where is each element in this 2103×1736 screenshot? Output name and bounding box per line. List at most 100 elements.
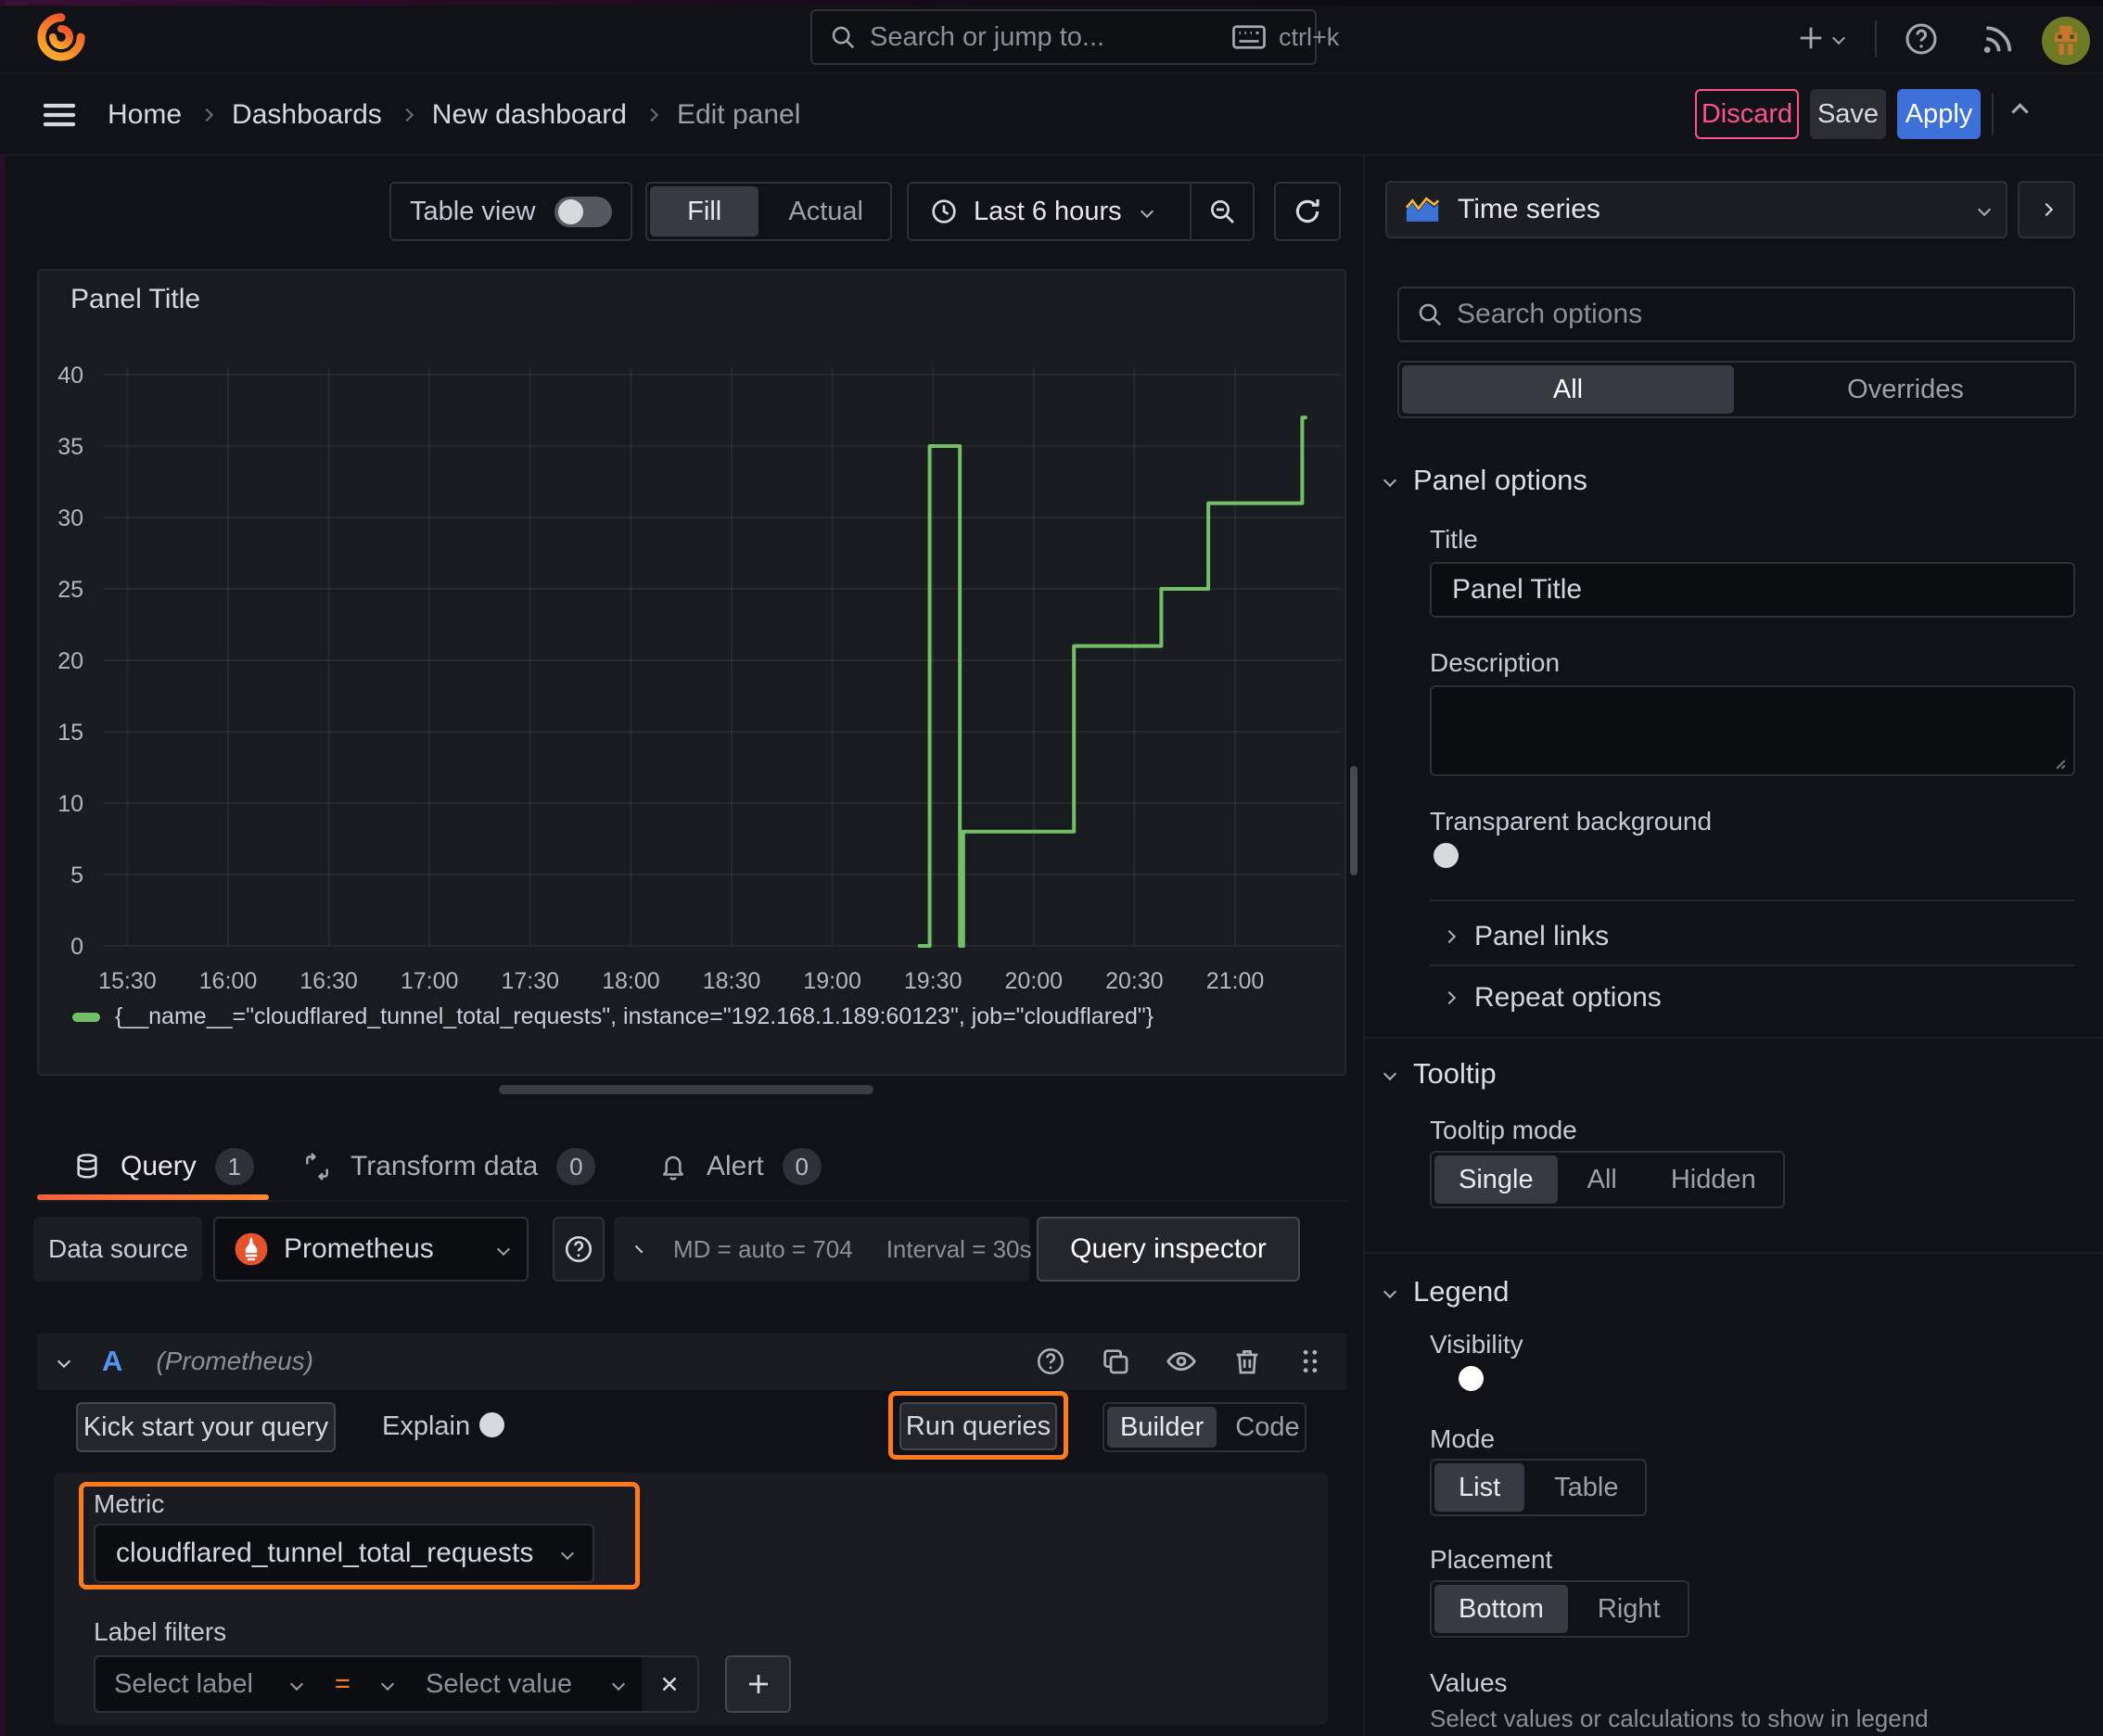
news-rss-icon[interactable] [1979,20,2016,57]
delete-query-icon[interactable] [1231,1346,1263,1377]
breadcrumb-bar: Home Dashboards New dashboard Edit panel… [0,74,2103,156]
visualization-picker[interactable]: Time series [1385,181,2007,238]
fill-actual-switch: Fill Actual [645,182,892,241]
svg-text:18:00: 18:00 [602,968,660,994]
svg-text:35: 35 [57,434,83,460]
datasource-label: Data source [48,1234,188,1263]
placement-right[interactable]: Right [1574,1585,1685,1633]
svg-text:19:30: 19:30 [904,968,962,994]
kickstart-button[interactable]: Kick start your query [76,1402,336,1452]
menu-icon[interactable] [41,96,78,134]
panel-title-input[interactable] [1430,562,2075,618]
options-search-input[interactable] [1457,299,2057,330]
query-header-row[interactable]: A (Prometheus) [37,1333,1346,1390]
query-stats: MD = auto = 704 [673,1234,853,1263]
tooltip-mode-single[interactable]: Single [1434,1155,1558,1204]
tooltip-mode-all[interactable]: All [1563,1155,1641,1204]
time-range-label: Last 6 hours [974,196,1122,226]
actions-divider [1992,93,1994,135]
tab-alert[interactable]: Alert 0 [658,1141,822,1193]
search-input[interactable] [870,21,1219,53]
grafana-logo[interactable] [37,13,85,61]
options-search-box[interactable] [1397,287,2075,342]
time-range-picker[interactable]: Last 6 hours [909,184,1190,239]
tooltip-mode-hidden[interactable]: Hidden [1647,1155,1780,1204]
save-button[interactable]: Save [1810,89,1886,139]
chevron-right-icon [199,108,214,122]
collapse-query-icon[interactable] [57,1354,71,1369]
datasource-name: Prometheus [284,1233,434,1264]
breadcrumb-home[interactable]: Home [108,99,182,131]
expand-options-icon[interactable] [634,1245,644,1254]
datasource-picker[interactable]: Prometheus [213,1217,529,1282]
scrollbar-thumb[interactable] [1350,766,1357,875]
svg-text:16:00: 16:00 [199,968,258,994]
legend-mode-list[interactable]: List [1434,1463,1525,1512]
add-filter-button[interactable] [725,1655,791,1713]
breadcrumb-new-dashboard[interactable]: New dashboard [432,99,627,131]
fill-option[interactable]: Fill [650,186,759,236]
avatar[interactable] [2042,17,2090,65]
legend-mode-table[interactable]: Table [1530,1463,1642,1512]
tab-query[interactable]: Query 1 [72,1141,254,1193]
toggle-viz-picker-button[interactable] [2018,181,2075,238]
tab-overrides[interactable]: Overrides [1740,365,2071,414]
actual-option[interactable]: Actual [764,186,887,236]
bell-icon [658,1152,688,1181]
sidebar-left-border [1363,156,1365,1736]
collapse-pane-icon[interactable] [2011,103,2029,121]
breadcrumb-dashboards[interactable]: Dashboards [232,99,382,131]
screen-edge-left [0,0,5,1736]
repeat-options-row[interactable]: Repeat options [1442,976,1662,1020]
metric-value: cloudflared_tunnel_total_requests [116,1538,534,1568]
tooltip-header[interactable]: Tooltip [1383,1057,1497,1091]
select-value-dropdown[interactable]: Select value [407,1655,644,1713]
select-label-dropdown[interactable]: Select label [94,1655,322,1713]
query-ref-id[interactable]: A [102,1345,122,1378]
panel-links-row[interactable]: Panel links [1442,914,1610,959]
operator-dropdown[interactable]: = [320,1655,409,1713]
panel-options-header[interactable]: Panel options [1383,464,1587,497]
query-help-icon[interactable] [1035,1346,1066,1377]
apply-button[interactable]: Apply [1897,89,1981,139]
resize-handle-icon[interactable] [2044,747,2068,772]
svg-text:20: 20 [57,648,83,674]
legend-header[interactable]: Legend [1383,1275,1509,1308]
tooltip-title: Tooltip [1413,1057,1497,1090]
tab-transform-label: Transform data [350,1151,539,1181]
panel-resize-handle[interactable] [499,1085,873,1094]
query-inspector-button[interactable]: Query inspector [1037,1217,1300,1282]
table-view-toggle[interactable] [554,196,612,227]
database-icon [72,1152,102,1181]
run-queries-button[interactable]: Run queries [899,1402,1057,1450]
builder-option[interactable]: Builder [1107,1407,1217,1448]
metric-dropdown[interactable]: cloudflared_tunnel_total_requests [94,1524,594,1583]
toggle-visibility-icon[interactable] [1165,1345,1198,1378]
chevron-down-icon [560,1546,575,1561]
search-icon [829,23,857,51]
global-search[interactable]: ctrl+k [810,9,1339,65]
legend-series-label[interactable]: {__name__="cloudflared_tunnel_total_requ… [115,1003,1153,1030]
description-textarea[interactable] [1430,685,2075,776]
tab-all[interactable]: All [1402,365,1734,414]
remove-filter-button[interactable] [642,1655,699,1713]
datasource-help-button[interactable] [553,1217,605,1282]
code-option[interactable]: Code [1222,1407,1312,1448]
zoom-out-icon[interactable] [1192,184,1253,239]
refresh-button[interactable] [1274,182,1341,241]
chevron-down-icon [496,1242,511,1257]
svg-text:17:00: 17:00 [401,968,459,994]
duplicate-query-icon[interactable] [1100,1346,1131,1377]
discard-button[interactable]: Discard [1695,89,1799,139]
chart-legend[interactable]: {__name__="cloudflared_tunnel_total_requ… [72,1003,1153,1030]
tab-transform[interactable]: Transform data 0 [302,1141,596,1193]
timeseries-icon [1404,196,1441,223]
query-options-box: MD = auto = 704 Interval = 30s [614,1217,1032,1282]
svg-text:21:00: 21:00 [1206,968,1265,994]
help-icon[interactable] [1903,20,1940,57]
tab-alert-label: Alert [707,1151,764,1181]
add-menu-button[interactable] [1795,22,1846,54]
placement-bottom[interactable]: Bottom [1434,1585,1568,1633]
panel-links-label: Panel links [1474,921,1610,951]
drag-handle-icon[interactable] [1296,1346,1324,1377]
